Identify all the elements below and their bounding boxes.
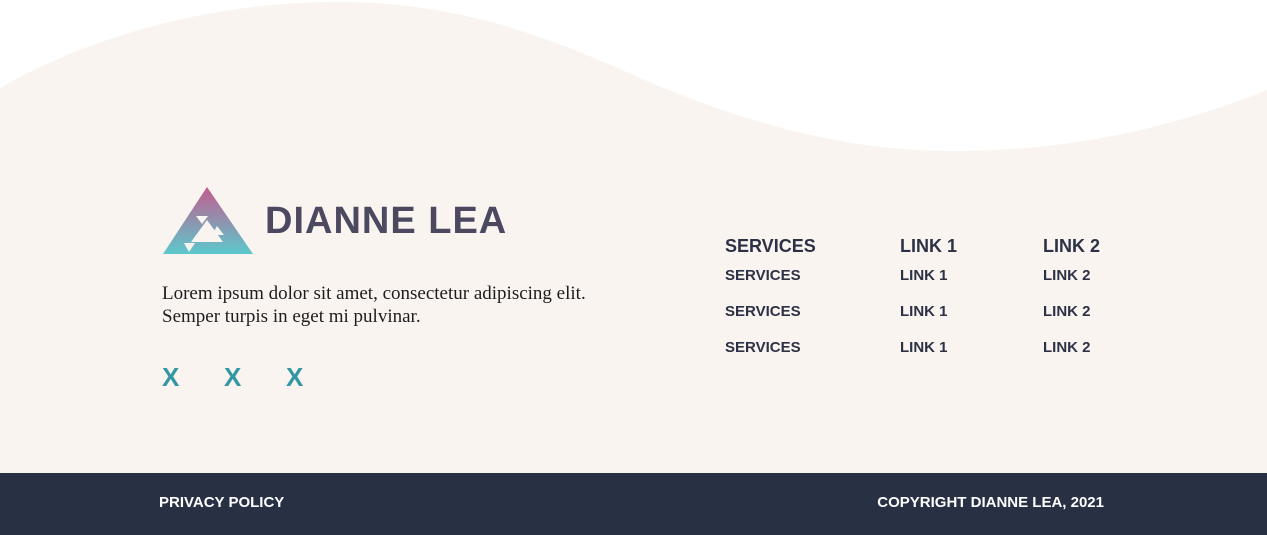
column-heading: LINK 2 [1043, 236, 1101, 256]
footer-column-link-1: LINK 1 LINK 1 LINK 1 LINK 1 [900, 234, 957, 375]
list-item: LINK 1 [900, 267, 957, 303]
footer-link-2[interactable]: LINK 2 [1043, 303, 1091, 320]
copyright-text: COPYRIGHT DIANNE LEA, 2021 [877, 494, 1104, 511]
footer-column-link-2: LINK 2 LINK 2 LINK 2 LINK 2 [1043, 234, 1100, 375]
social-links: X X X [162, 361, 348, 393]
x-social-link[interactable]: X [224, 361, 286, 393]
footer-link-1[interactable]: LINK 1 [900, 267, 948, 284]
footer-link-2[interactable]: LINK 2 [1043, 339, 1091, 356]
page-footer-section: DIANNE LEA Lorem ipsum dolor sit amet, c… [0, 0, 1267, 535]
footer-link-2[interactable]: LINK 2 [1043, 267, 1091, 284]
list-item: SERVICES [725, 339, 816, 375]
footer-link-services[interactable]: SERVICES [725, 303, 801, 320]
privacy-policy-link[interactable]: PRIVACY POLICY [159, 493, 284, 513]
column-link-list: SERVICES SERVICES SERVICES [725, 267, 816, 375]
bottom-bar: PRIVACY POLICY COPYRIGHT DIANNE LEA, 202… [0, 473, 1267, 535]
list-item: SERVICES [725, 303, 816, 339]
x-social-link[interactable]: X [286, 361, 348, 393]
list-item: LINK 2 [1043, 267, 1100, 303]
footer-link-1[interactable]: LINK 1 [900, 339, 948, 356]
footer-column-services: SERVICES SERVICES SERVICES SERVICES [725, 234, 816, 375]
list-item: LINK 2 [1043, 339, 1100, 375]
footer-link-services[interactable]: SERVICES [725, 339, 801, 356]
brand-logo[interactable]: DIANNE LEA [162, 186, 507, 256]
triangle-logo-icon [163, 187, 253, 254]
column-link-list: LINK 1 LINK 1 LINK 1 [900, 267, 957, 375]
list-item: SERVICES [725, 267, 816, 303]
list-item: LINK 1 [900, 339, 957, 375]
list-item: LINK 2 [1043, 303, 1100, 339]
x-social-link[interactable]: X [162, 361, 224, 393]
list-item: LINK 1 [900, 303, 957, 339]
column-heading: SERVICES [725, 236, 816, 256]
column-link-list: LINK 2 LINK 2 LINK 2 [1043, 267, 1100, 375]
column-heading: LINK 1 [900, 236, 958, 256]
footer-link-services[interactable]: SERVICES [725, 267, 801, 284]
brand-name: DIANNE LEA [265, 200, 508, 242]
footer-tagline: Lorem ipsum dolor sit amet, consectetur … [162, 283, 586, 327]
footer-link-1[interactable]: LINK 1 [900, 303, 948, 320]
